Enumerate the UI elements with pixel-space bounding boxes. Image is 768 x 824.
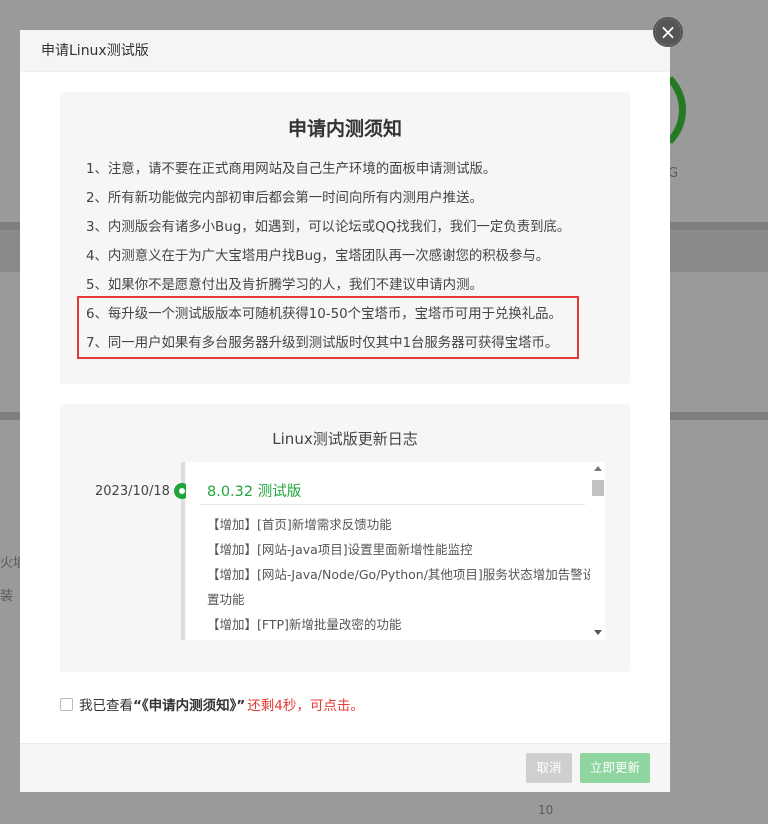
- bg-text-install: 装: [0, 589, 14, 604]
- notice-title: 申请内测须知: [287, 118, 402, 140]
- agreement-link[interactable]: “《申请内测须知》”: [133, 694, 245, 714]
- apply-beta-dialog: 申请Linux测试版 申请内测须知 1、注意，请不要在正式商用网站及自己生产环境…: [20, 30, 670, 792]
- dialog-title: 申请Linux测试版: [41, 43, 149, 59]
- notice-item-highlighted: 7、同一用户如果有多台服务器升级到测试版时仅其中1台服务器可获得宝塔币。: [86, 336, 559, 351]
- notice-item: 2、所有新功能做完内部初审后都会第一时间向所有内测用户推送。: [86, 191, 483, 206]
- release-date: 2023/10/18: [95, 484, 170, 499]
- notice-panel: 申请内测须知 1、注意，请不要在正式商用网站及自己生产环境的面板申请测试版。 2…: [60, 92, 630, 384]
- bg-text-axis: 10: [538, 803, 554, 817]
- agreement-prefix: 我已查看: [79, 698, 133, 714]
- cancel-button[interactable]: 取消: [526, 753, 572, 783]
- changelog-title: Linux测试版更新日志: [272, 430, 418, 448]
- changelog-entry: 【增加】[网站-Java/Node/Go/Python/其他项目]服务状态增加告…: [207, 567, 591, 582]
- notice-item-highlighted: 6、每升级一个测试版版本可随机获得10-50个宝塔币，宝塔币可用于兑换礼品。: [86, 307, 562, 322]
- agree-checkbox[interactable]: [60, 697, 73, 711]
- notice-item: 4、内测意义在于为广大宝塔用户找Bug，宝塔团队再一次感谢您的积极参与。: [86, 249, 550, 264]
- agreement-countdown: 还剩4秒，可点击。: [247, 698, 364, 714]
- notice-item: 1、注意，请不要在正式商用网站及自己生产环境的面板申请测试版。: [86, 162, 497, 177]
- changelog-entry: 置功能: [207, 592, 245, 607]
- changelog-panel: Linux测试版更新日志 2023/10/18 8.0.32 测试版 【增加】[…: [60, 404, 630, 672]
- notice-item: 3、内测版会有诸多小Bug，如遇到，可以论坛或QQ找我们，我们一定负责到底。: [86, 220, 571, 235]
- agreement-row: 我已查看 “《申请内测须知》” 还剩4秒，可点击。: [60, 694, 364, 714]
- changelog-scroll-area[interactable]: 8.0.32 测试版 【增加】[首页]新增需求反馈功能 【增加】[网站-Java…: [186, 462, 591, 640]
- changelog-entry: 【增加】[FTP]新增批量改密的功能: [207, 617, 402, 632]
- release-version: 8.0.32 测试版: [207, 484, 302, 500]
- changelog-entry: 【增加】[首页]新增需求反馈功能: [207, 517, 392, 532]
- notice-item: 5、如果你不是愿意付出及肯折腾学习的人，我们不建议申请内测。: [86, 278, 483, 293]
- dialog-footer: 取消 立即更新: [20, 743, 670, 792]
- close-icon: ×: [659, 20, 677, 44]
- close-button[interactable]: ×: [653, 17, 683, 47]
- changelog-scrollbar[interactable]: [590, 462, 605, 640]
- divider: [200, 504, 585, 505]
- dialog-header: 申请Linux测试版: [20, 30, 670, 72]
- scroll-up-arrow-icon[interactable]: [594, 466, 602, 471]
- scroll-down-arrow-icon[interactable]: [594, 630, 602, 635]
- scroll-thumb[interactable]: [592, 480, 604, 496]
- changelog-entry: 【增加】[网站-Java项目]设置里面新增性能监控: [207, 542, 473, 557]
- update-now-button[interactable]: 立即更新: [580, 753, 650, 783]
